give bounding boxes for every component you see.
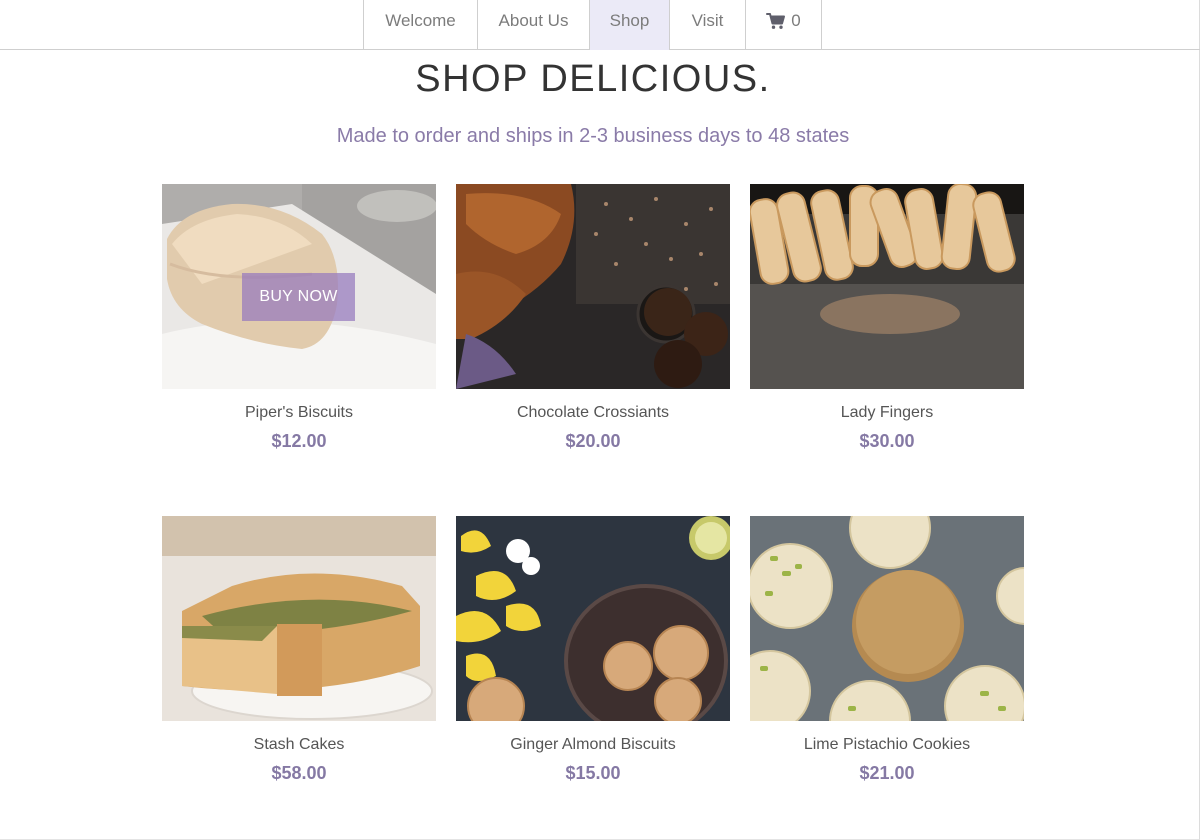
product-price: $21.00 — [859, 763, 915, 783]
product-card: Lime Pistachio Cookies $21.00 — [750, 516, 1024, 784]
product-image[interactable] — [456, 184, 730, 389]
almond-biscuits-photo — [456, 516, 730, 721]
nav-item-welcome-label: Welcome — [385, 11, 456, 30]
nav-menu: Welcome About Us Shop Visit 0 — [363, 0, 822, 50]
nav-item-visit-label: Visit — [691, 11, 724, 30]
product-card: Stash Cakes $58.00 — [162, 516, 436, 784]
nav-item-about-us-label: About Us — [498, 11, 569, 30]
page-subtitle: Made to order and ships in 2-3 business … — [336, 125, 850, 147]
product-card: Ginger Almond Biscuits $15.00 — [456, 516, 730, 784]
product-image[interactable]: BUY NOW — [162, 184, 436, 389]
product-image[interactable] — [750, 184, 1024, 389]
product-name[interactable]: Ginger Almond Biscuits — [456, 736, 730, 754]
product-price: $58.00 — [271, 763, 327, 783]
product-name[interactable]: Lime Pistachio Cookies — [750, 736, 1024, 754]
shop-page: Welcome About Us Shop Visit 0 SHOP DELIC… — [0, 0, 1200, 840]
top-navigation: Welcome About Us Shop Visit 0 — [0, 0, 1200, 50]
croissant-photo — [456, 184, 730, 389]
product-image[interactable] — [750, 516, 1024, 721]
cart-count: 0 — [791, 11, 801, 30]
product-name[interactable]: Lady Fingers — [750, 404, 1024, 422]
product-name[interactable]: Chocolate Crossiants — [456, 404, 730, 422]
product-price: $20.00 — [565, 431, 621, 451]
cart-icon — [766, 13, 786, 29]
lady-fingers-photo — [750, 184, 1024, 389]
product-image[interactable] — [456, 516, 730, 721]
pie-photo — [162, 516, 436, 721]
nav-item-welcome[interactable]: Welcome — [364, 0, 478, 50]
nav-item-about-us[interactable]: About Us — [478, 0, 590, 50]
nav-item-shop-label: Shop — [609, 11, 650, 30]
cart-button[interactable]: 0 — [746, 0, 822, 50]
product-price: $12.00 — [271, 431, 327, 451]
product-card: BUY NOW Piper's Biscuits $12.00 — [162, 184, 436, 452]
page-title: SHOP DELICIOUS. — [415, 58, 771, 100]
product-price: $15.00 — [565, 763, 621, 783]
product-price: $30.00 — [859, 431, 915, 451]
buy-now-button[interactable]: BUY NOW — [242, 273, 355, 321]
nav-item-visit[interactable]: Visit — [670, 0, 746, 50]
product-name[interactable]: Piper's Biscuits — [162, 404, 436, 422]
product-card: Lady Fingers $30.00 — [750, 184, 1024, 452]
product-name[interactable]: Stash Cakes — [162, 736, 436, 754]
product-card: Chocolate Crossiants $20.00 — [456, 184, 730, 452]
nav-item-shop[interactable]: Shop — [590, 0, 670, 50]
product-image[interactable] — [162, 516, 436, 721]
pistachio-cookies-photo — [750, 516, 1024, 721]
